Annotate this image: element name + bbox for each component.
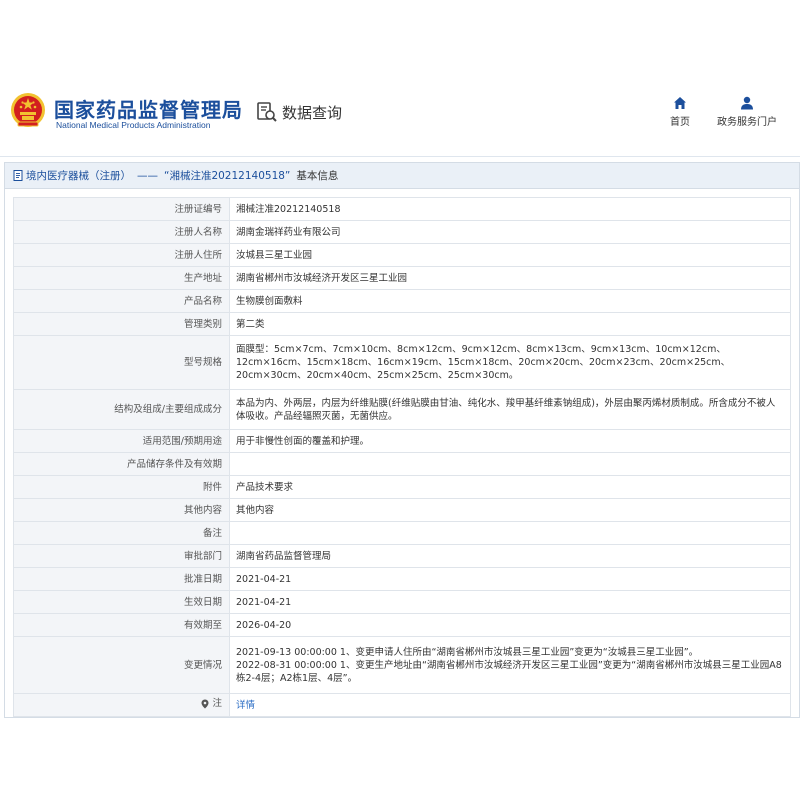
- nav-home[interactable]: 首页: [664, 96, 696, 128]
- row-value: 2026-04-20: [229, 613, 791, 637]
- table-row: 产品名称 生物膜创面敷料: [13, 289, 791, 313]
- agency-subtitle: National Medical Products Administration: [56, 120, 211, 130]
- row-value: 本品为内、外两层，内层为纤维贴膜(纤维贴膜由甘油、纯化水、羧甲基纤维素钠组成)，…: [229, 389, 791, 430]
- row-label: 有效期至: [13, 613, 230, 637]
- section-dash: ——: [137, 169, 158, 182]
- home-icon: [674, 97, 686, 109]
- row-label: 型号规格: [13, 335, 230, 390]
- nav-service-portal[interactable]: 政务服务门户: [712, 96, 782, 128]
- change-entry: 2021-09-13 00:00:00 1、变更申请人住所由“湖南省郴州市汝城县…: [236, 646, 699, 658]
- document-icon: [13, 170, 23, 181]
- row-label: 结构及组成/主要组成成分: [13, 389, 230, 430]
- row-label: 注册证编号: [13, 197, 230, 221]
- row-label: 生效日期: [13, 590, 230, 614]
- row-label: 其他内容: [13, 498, 230, 522]
- row-value: 产品技术要求: [229, 475, 791, 499]
- row-value: 生物膜创面敷料: [229, 289, 791, 313]
- row-value: 湖南省药品监督管理局: [229, 544, 791, 568]
- row-label: 产品名称: [13, 289, 230, 313]
- agency-title: 国家药品监督管理局: [54, 98, 243, 122]
- section-category[interactable]: 境内医疗器械（注册）: [26, 168, 131, 183]
- document-search-icon: [257, 102, 277, 122]
- row-label: 产品储存条件及有效期: [13, 452, 230, 476]
- change-entry: 2022-08-31 00:00:00 1、变更生产地址由“湖南省郴州市汝城经济…: [236, 659, 782, 684]
- table-row: 结构及组成/主要组成成分 本品为内、外两层，内层为纤维贴膜(纤维贴膜由甘油、纯化…: [13, 389, 791, 430]
- table-row: 注册人住所 汝城县三星工业园: [13, 243, 791, 267]
- row-value: 2021-04-21: [229, 590, 791, 614]
- data-query-link[interactable]: 数据查询: [256, 100, 342, 124]
- row-label: 管理类别: [13, 312, 230, 336]
- row-value: 湖南省郴州市汝城经济开发区三星工业园: [229, 266, 791, 290]
- table-row: 变更情况 2021-09-13 00:00:00 1、变更申请人住所由“湖南省郴…: [13, 636, 791, 694]
- row-label: 注册人名称: [13, 220, 230, 244]
- row-label: 变更情况: [13, 636, 230, 694]
- info-table: 注册证编号 湘械注准20212140518 注册人名称 湖南金瑞祥药业有限公司 …: [13, 197, 791, 717]
- row-value: 湖南金瑞祥药业有限公司: [229, 220, 791, 244]
- table-row: 生效日期 2021-04-21: [13, 590, 791, 614]
- nav-home-label: 首页: [670, 117, 690, 128]
- header-divider: [0, 156, 800, 157]
- row-label: 批准日期: [13, 567, 230, 591]
- section-title-bar: 境内医疗器械（注册） —— “湘械注准20212140518” 基本信息: [5, 163, 799, 189]
- row-value: 其他内容: [229, 498, 791, 522]
- table-row: 附件 产品技术要求: [13, 475, 791, 499]
- table-row: 注 详情: [13, 693, 791, 717]
- table-row: 有效期至 2026-04-20: [13, 613, 791, 637]
- note-label-text: 注: [212, 698, 222, 710]
- location-pin-icon: [201, 699, 209, 709]
- table-row: 产品储存条件及有效期: [13, 452, 791, 476]
- row-value: [229, 521, 791, 545]
- note-label-cell: 注: [13, 693, 230, 717]
- table-row: 备注: [13, 521, 791, 545]
- table-row: 型号规格 面膜型：5cm×7cm、7cm×10cm、8cm×12cm、9cm×1…: [13, 335, 791, 390]
- row-value: [229, 452, 791, 476]
- table-row: 生产地址 湖南省郴州市汝城经济开发区三星工业园: [13, 266, 791, 290]
- row-label: 附件: [13, 475, 230, 499]
- row-label: 注册人住所: [13, 243, 230, 267]
- row-value: 汝城县三星工业园: [229, 243, 791, 267]
- nav-service-portal-label: 政务服务门户: [717, 117, 777, 128]
- row-value: 第二类: [229, 312, 791, 336]
- data-query-label: 数据查询: [282, 103, 343, 122]
- row-value: 用于非慢性创面的覆盖和护理。: [229, 429, 791, 453]
- row-label: 备注: [13, 521, 230, 545]
- national-emblem-icon: [11, 93, 45, 127]
- table-row: 审批部门 湖南省药品监督管理局: [13, 544, 791, 568]
- row-value: 湘械注准20212140518: [229, 197, 791, 221]
- note-label: 注: [201, 697, 222, 710]
- table-row: 其他内容 其他内容: [13, 498, 791, 522]
- table-row: 注册人名称 湖南金瑞祥药业有限公司: [13, 220, 791, 244]
- row-label: 审批部门: [13, 544, 230, 568]
- details-link[interactable]: 详情: [236, 700, 255, 711]
- table-row: 批准日期 2021-04-21: [13, 567, 791, 591]
- table-row: 管理类别 第二类: [13, 312, 791, 336]
- row-value: 详情: [229, 693, 791, 717]
- table-row: 适用范围/预期用途 用于非慢性创面的覆盖和护理。: [13, 429, 791, 453]
- row-value: 2021-04-21: [229, 567, 791, 591]
- table-row: 注册证编号 湘械注准20212140518: [13, 197, 791, 221]
- row-label: 适用范围/预期用途: [13, 429, 230, 453]
- row-value: 面膜型：5cm×7cm、7cm×10cm、8cm×12cm、9cm×12cm、8…: [229, 335, 791, 390]
- user-icon: [741, 96, 753, 110]
- section-suffix: 基本信息: [296, 170, 339, 182]
- section-record-number: “湘械注准20212140518”: [164, 170, 291, 182]
- basic-info-panel: 境内医疗器械（注册） —— “湘械注准20212140518” 基本信息 注册证…: [4, 162, 800, 718]
- change-history: 2021-09-13 00:00:00 1、变更申请人住所由“湖南省郴州市汝城县…: [229, 636, 791, 694]
- site-header: 国家药品监督管理局 National Medical Products Admi…: [0, 80, 800, 146]
- row-label: 生产地址: [13, 266, 230, 290]
